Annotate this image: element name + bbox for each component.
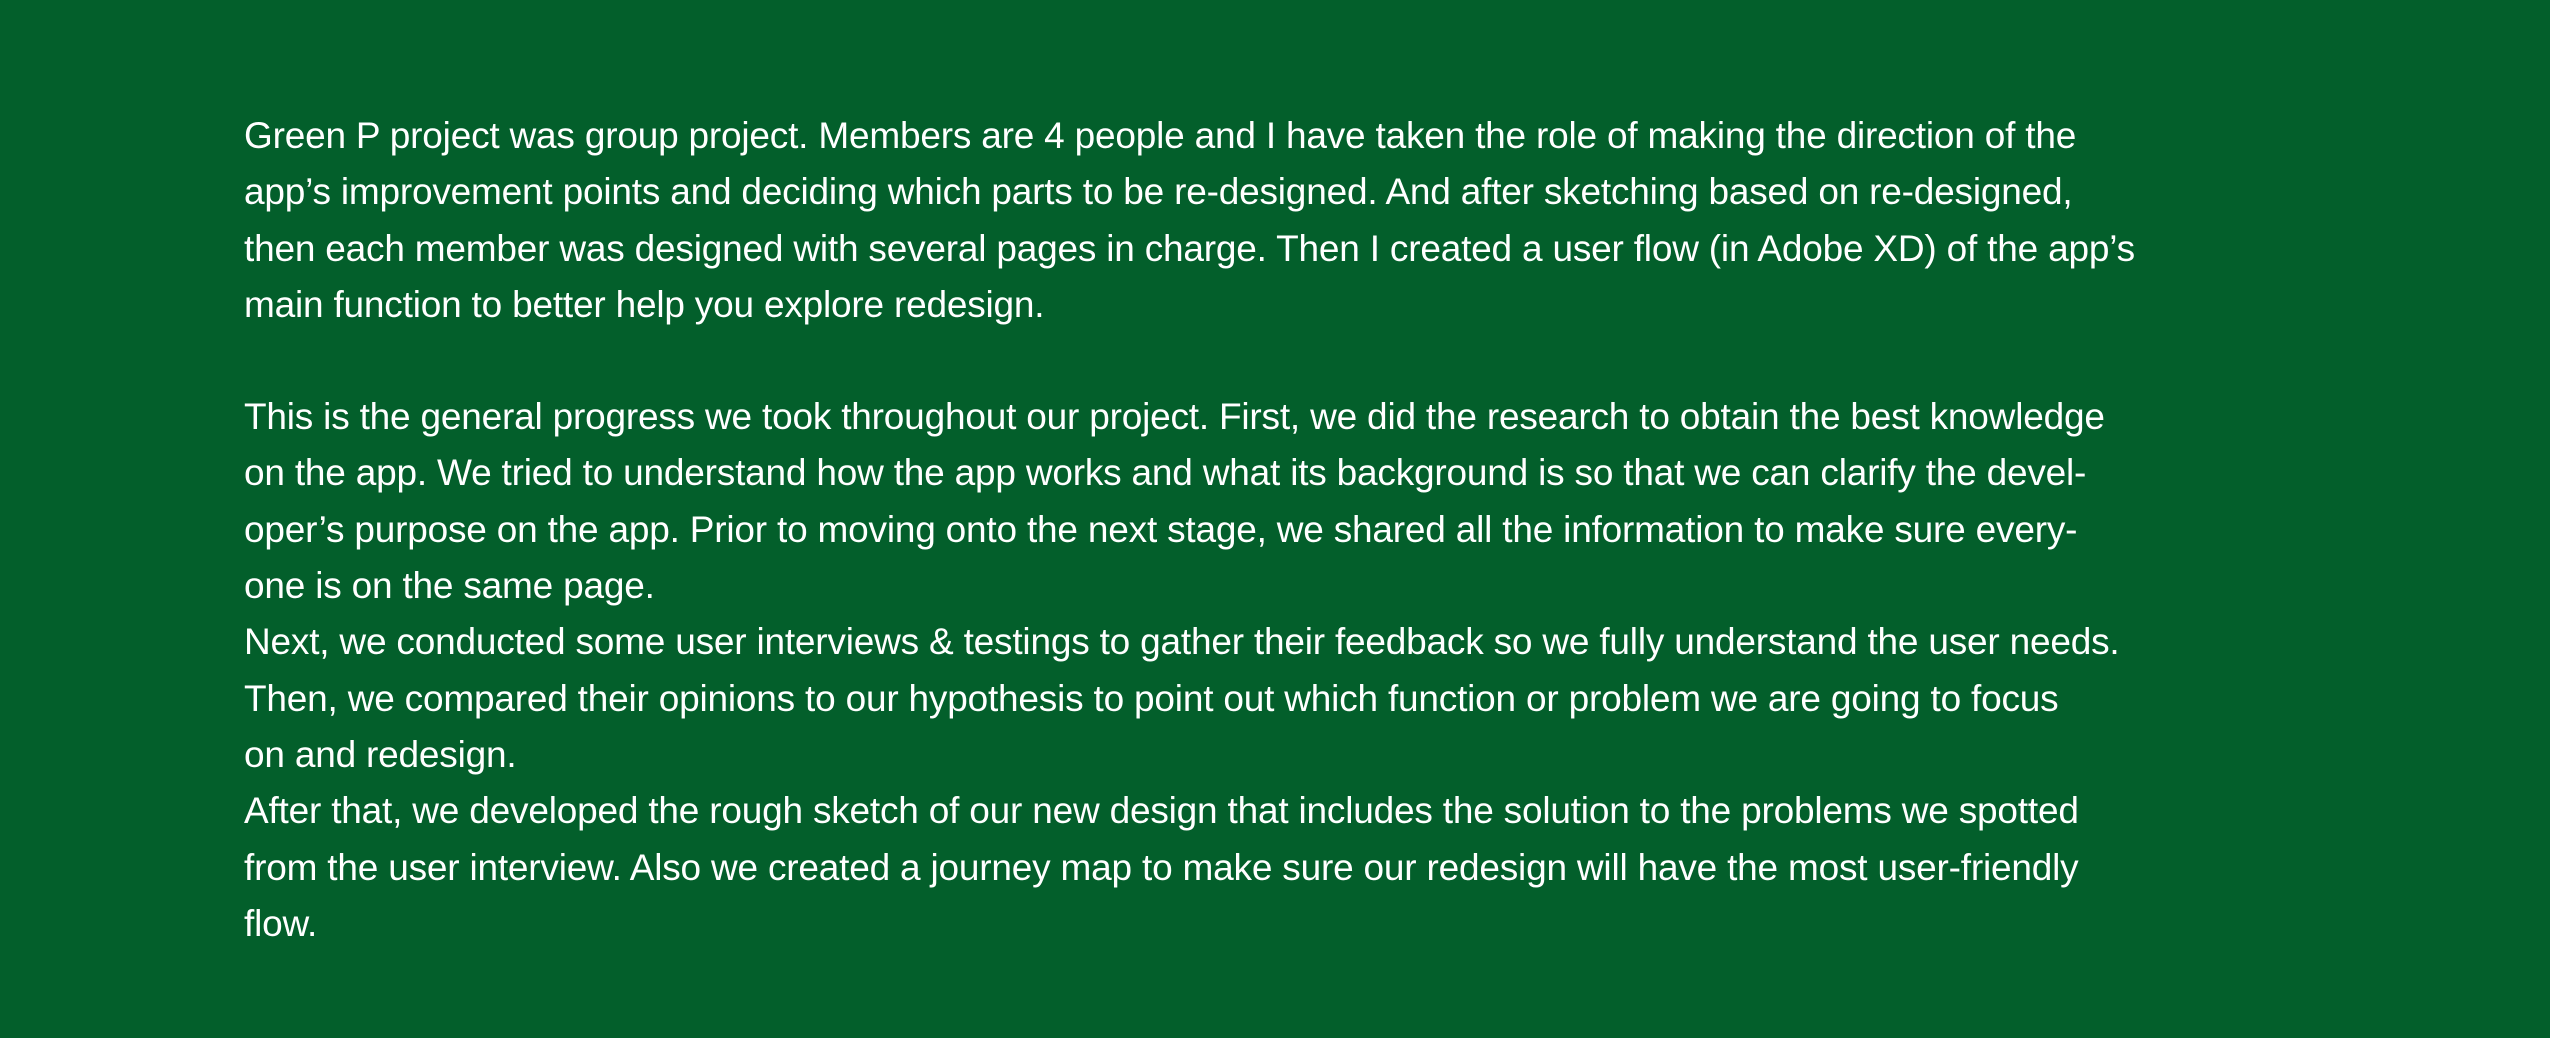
text-line: main function to better help you explore… — [244, 283, 1045, 325]
text-line: one is on the same page. — [244, 565, 655, 607]
text-line: This is the general progress we took thr… — [244, 396, 2105, 438]
page: Green P project was group project. Membe… — [0, 0, 2550, 1038]
text-line: Next, we conducted some user interviews … — [244, 621, 2120, 663]
text-line: Green P project was group project. Membe… — [244, 115, 2077, 156]
text-content: Green P project was group project. Membe… — [244, 108, 2324, 952]
paragraph-process: This is the general progress we took thr… — [244, 389, 2324, 952]
text-line: oper’s purpose on the app. Prior to movi… — [244, 508, 2078, 550]
text-line: flow. — [244, 902, 318, 944]
text-line: from the user interview. Also we created… — [244, 846, 2079, 888]
text-line: then each member was designed with sever… — [244, 227, 2135, 269]
text-line: app’s improvement points and deciding wh… — [244, 171, 2073, 213]
paragraph-role: Green P project was group project. Membe… — [244, 108, 2324, 333]
text-line: on the app. We tried to understand how t… — [244, 452, 2087, 494]
text-line: After that, we developed the rough sketc… — [244, 790, 2079, 832]
text-line: Then, we compared their opinions to our … — [244, 677, 2059, 719]
text-line: on and redesign. — [244, 733, 517, 775]
